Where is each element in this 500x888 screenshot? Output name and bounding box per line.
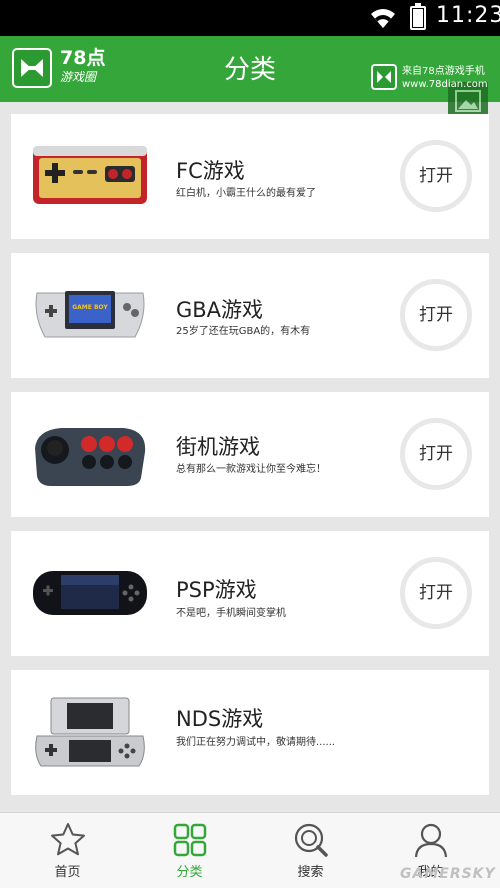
tab-label: 搜索 <box>297 865 324 880</box>
category-desc: 红白机，小霸王什么的最有爱了 <box>176 188 316 199</box>
grid-icon <box>173 823 207 857</box>
open-button-fc[interactable]: 打开 <box>400 140 472 212</box>
category-desc: 我们正在努力调试中，敬请期待...... <box>176 737 336 748</box>
battery-icon <box>410 3 426 30</box>
user-icon <box>414 823 448 858</box>
search-icon <box>294 823 328 857</box>
category-title: 街机游戏 <box>176 435 260 459</box>
category-title: NDS游戏 <box>176 707 264 731</box>
nintendo-ds-image <box>35 697 145 767</box>
arcade-stick-image <box>35 428 146 486</box>
category-card-psp[interactable]: PSP游戏 不是吧，手机瞬间变掌机 打开 <box>11 531 489 656</box>
open-button-arcade[interactable]: 打开 <box>400 418 472 490</box>
psp-console-image <box>33 571 147 615</box>
category-title: GBA游戏 <box>176 298 264 322</box>
tab-label: 首页 <box>54 865 81 880</box>
tab-search[interactable]: 搜索 <box>248 813 373 888</box>
status-bar: 11:23 <box>0 0 500 36</box>
status-time: 11:23 <box>436 3 500 28</box>
star-icon <box>51 823 85 856</box>
category-card-fc[interactable]: FC游戏 红白机，小霸王什么的最有爱了 打开 <box>11 114 489 239</box>
category-title: PSP游戏 <box>176 578 257 602</box>
category-desc: 不是吧，手机瞬间变掌机 <box>176 608 286 619</box>
category-desc: 25岁了还在玩GBA的，有木有 <box>176 326 311 337</box>
category-title: FC游戏 <box>176 159 245 183</box>
wifi-icon <box>371 9 395 28</box>
category-card-arcade[interactable]: 街机游戏 总有那么一款游戏让你至今难忘！ 打开 <box>11 392 489 517</box>
tab-home[interactable]: 首页 <box>5 813 130 888</box>
category-desc: 总有那么一款游戏让你至今难忘！ <box>176 464 326 475</box>
famicom-controller-image <box>33 146 147 204</box>
open-button-psp[interactable]: 打开 <box>400 557 472 629</box>
game-boy-advance-image: GAME BOY <box>35 291 145 338</box>
gamersky-watermark: GAMERSKY <box>400 866 496 882</box>
open-button-gba[interactable]: 打开 <box>400 279 472 351</box>
category-card-nds[interactable]: NDS游戏 我们正在努力调试中，敬请期待...... <box>11 670 489 795</box>
watermark-text: 来自78点游戏手机 <box>402 66 485 77</box>
tab-category[interactable]: 分类 <box>127 813 252 888</box>
gba-screen-text: GAME BOY <box>72 304 108 311</box>
tab-label: 分类 <box>176 865 203 880</box>
app-header: 78点 游戏圈 分类 来自78点游戏手机 www.78dian.com <box>0 36 500 122</box>
category-card-gba[interactable]: GAME BOY GBA游戏 25岁了还在玩GBA的，有木有 打开 <box>11 253 489 378</box>
watermark-logo-icon <box>371 64 397 90</box>
watermark-url: www.78dian.com <box>402 79 488 90</box>
